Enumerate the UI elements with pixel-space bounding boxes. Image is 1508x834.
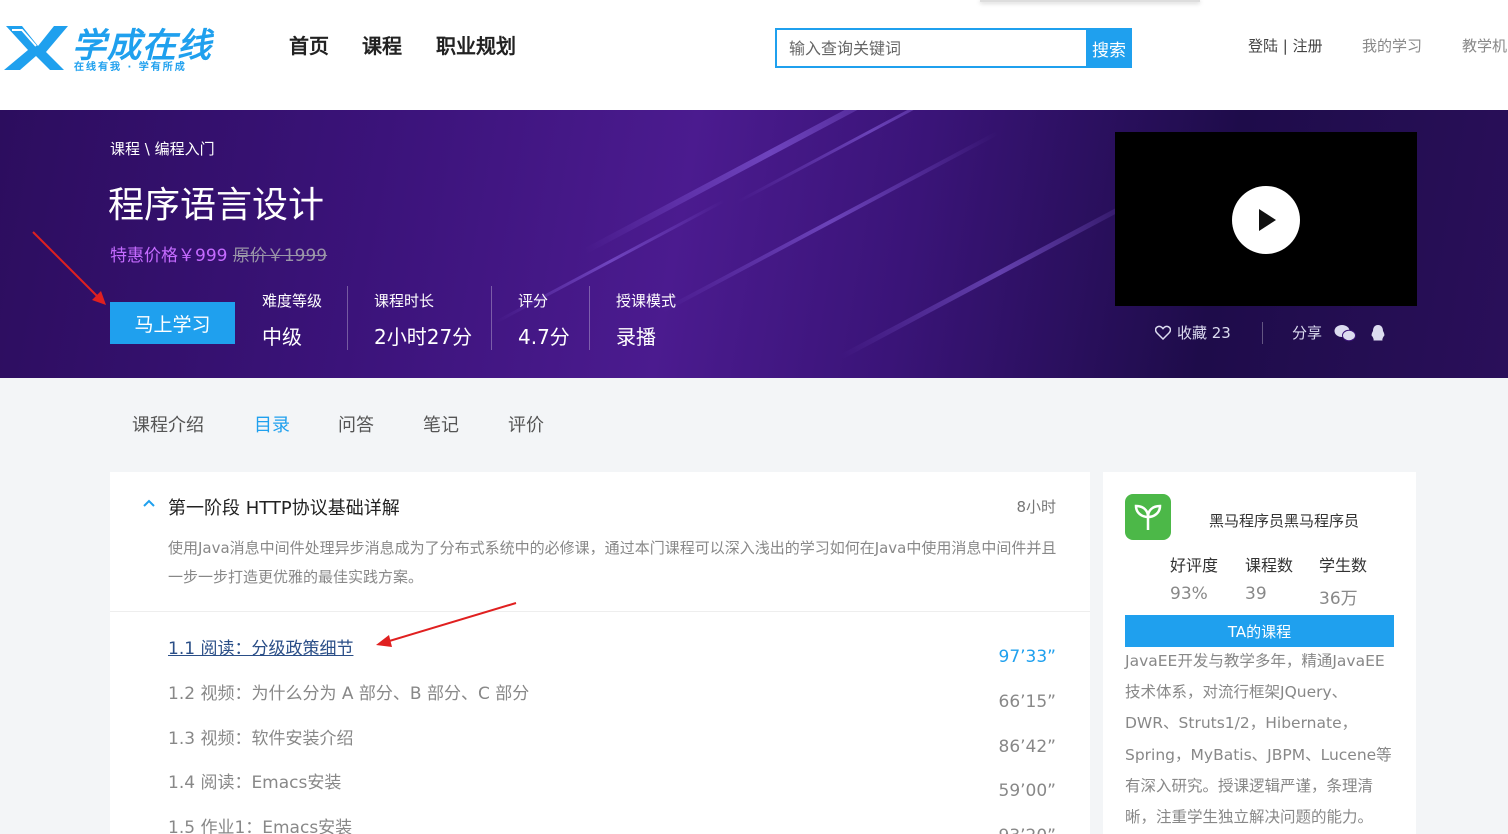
stat-value: 中级 (262, 325, 302, 349)
stat-value: 93% (1170, 584, 1208, 604)
tab-reviews[interactable]: 评价 (508, 411, 544, 437)
share-label: 分享 (1292, 324, 1323, 342)
divider (589, 286, 590, 350)
divider (491, 286, 492, 350)
chevron-up-icon[interactable] (142, 496, 156, 510)
stat-label: 授课模式 (616, 292, 677, 310)
tab-catalog[interactable]: 目录 (254, 411, 290, 437)
lesson-duration: 86’42” (998, 737, 1056, 757)
lesson-duration: 59’00” (998, 781, 1056, 801)
stat-label: 难度等级 (262, 292, 323, 310)
chapter-header: 第一阶段 HTTP协议基础详解 8小时 使用Java消息中间件处理异步消息成为了… (110, 472, 1090, 612)
divider (347, 286, 348, 350)
stat-value: 4.7分 (518, 325, 570, 349)
lesson-duration: 97’33” (998, 647, 1056, 667)
lesson-item[interactable]: 1.1 阅读：分级政策细节 (168, 634, 353, 659)
banner-decor (736, 110, 1004, 204)
divider (1262, 322, 1263, 344)
logo-mark-icon (4, 26, 68, 70)
share-group: 分享 (1292, 322, 1386, 343)
play-icon[interactable] (1232, 186, 1300, 254)
breadcrumb[interactable]: 课程 \ 编程入门 (110, 138, 215, 159)
favorite-count: 收藏 23 (1177, 324, 1231, 342)
nav-home[interactable]: 首页 (289, 30, 329, 59)
stat-value: 录播 (616, 325, 656, 349)
teacher-stat-courses: 课程数 39 (1245, 552, 1293, 604)
stat-duration: 课程时长 2小时27分 (374, 290, 472, 350)
teaching-link[interactable]: 教学机 (1462, 35, 1507, 56)
lesson-item[interactable]: 1.4 阅读：Emacs安装 (168, 768, 341, 793)
banner-decor (839, 185, 1161, 360)
teacher-stat-students: 学生数 36万 (1319, 552, 1367, 609)
discount-price: 特惠价格￥999 (110, 246, 228, 266)
course-banner: 课程 \ 编程入门 程序语言设计 特惠价格￥999 原价￥1999 马上学习 难… (0, 110, 1508, 378)
search-input[interactable] (777, 30, 1087, 66)
chapter-duration: 8小时 (1016, 498, 1056, 516)
video-player[interactable] (1115, 132, 1417, 306)
banner-decor (661, 131, 999, 313)
search-box (775, 28, 1087, 68)
lesson-duration: 66’15” (998, 692, 1056, 712)
lesson-item[interactable]: 1.3 视频：软件安装介绍 (168, 724, 353, 749)
logo-slogan: 在线有我 · 学有所成 (74, 62, 187, 73)
floating-panel-edge (980, 0, 1200, 2)
original-price: 原价￥1999 (232, 246, 328, 266)
tab-notes[interactable]: 笔记 (423, 411, 459, 437)
teacher-name[interactable]: 黑马程序员黑马程序员 (1209, 510, 1359, 531)
stat-label: 课程数 (1245, 556, 1294, 575)
heart-icon (1155, 325, 1171, 340)
avatar[interactable] (1125, 494, 1171, 540)
my-learning-link[interactable]: 我的学习 (1362, 35, 1422, 56)
chapter-title[interactable]: 第一阶段 HTTP协议基础详解 (168, 494, 400, 520)
favorite-button[interactable]: 收藏 23 (1155, 322, 1231, 343)
nav-courses[interactable]: 课程 (362, 30, 402, 59)
teacher-bio: JavaEE开发与教学多年，精通JavaEE技术体系，对流行框架JQuery、D… (1125, 652, 1392, 827)
stat-label: 课程时长 (374, 292, 435, 310)
course-title: 程序语言设计 (108, 185, 325, 226)
catalog-panel: 第一阶段 HTTP协议基础详解 8小时 使用Java消息中间件处理异步消息成为了… (110, 472, 1090, 834)
site-logo[interactable]: 学成在线 在线有我 · 学有所成 (2, 18, 222, 73)
stat-rating: 评分 4.7分 (518, 290, 570, 350)
stat-mode: 授课模式 录播 (616, 290, 676, 350)
sprout-icon (1134, 504, 1162, 530)
nav-career[interactable]: 职业规划 (436, 30, 516, 59)
qq-icon[interactable] (1370, 324, 1386, 342)
stat-label: 好评度 (1170, 556, 1219, 575)
lesson-item[interactable]: 1.5 作业1：Emacs安装 (168, 813, 352, 834)
stat-label: 评分 (518, 292, 549, 310)
lesson-item[interactable]: 1.2 视频：为什么分为 A 部分、B 部分、C 部分 (168, 679, 529, 704)
ta-courses-bar[interactable]: TA的课程 (1125, 615, 1394, 647)
stat-value: 2小时27分 (374, 325, 473, 349)
tab-intro[interactable]: 课程介绍 (132, 411, 204, 437)
tab-qa[interactable]: 问答 (338, 411, 374, 437)
site-header: 学成在线 在线有我 · 学有所成 首页 课程 职业规划 搜索 登陆 | 注册 我… (0, 0, 1508, 110)
start-learning-button[interactable]: 马上学习 (110, 302, 235, 344)
teacher-card: 黑马程序员黑马程序员 好评度 93% 课程数 39 学生数 36万 TA的课程 … (1103, 472, 1416, 834)
chapter-description: 使用Java消息中间件处理异步消息成为了分布式系统中的必修课，通过本门课程可以深… (168, 539, 1057, 586)
lesson-duration: 93’20” (999, 826, 1056, 834)
stat-difficulty: 难度等级 中级 (262, 290, 322, 350)
teacher-stat-rating: 好评度 93% (1170, 552, 1218, 604)
stat-value: 36万 (1319, 589, 1358, 609)
login-register-link[interactable]: 登陆 | 注册 (1248, 35, 1323, 56)
stat-label: 学生数 (1319, 556, 1368, 575)
course-price: 特惠价格￥999 原价￥1999 (110, 241, 327, 266)
wechat-icon[interactable] (1334, 324, 1357, 342)
stat-value: 39 (1245, 584, 1267, 604)
search-button[interactable]: 搜索 (1086, 28, 1132, 68)
